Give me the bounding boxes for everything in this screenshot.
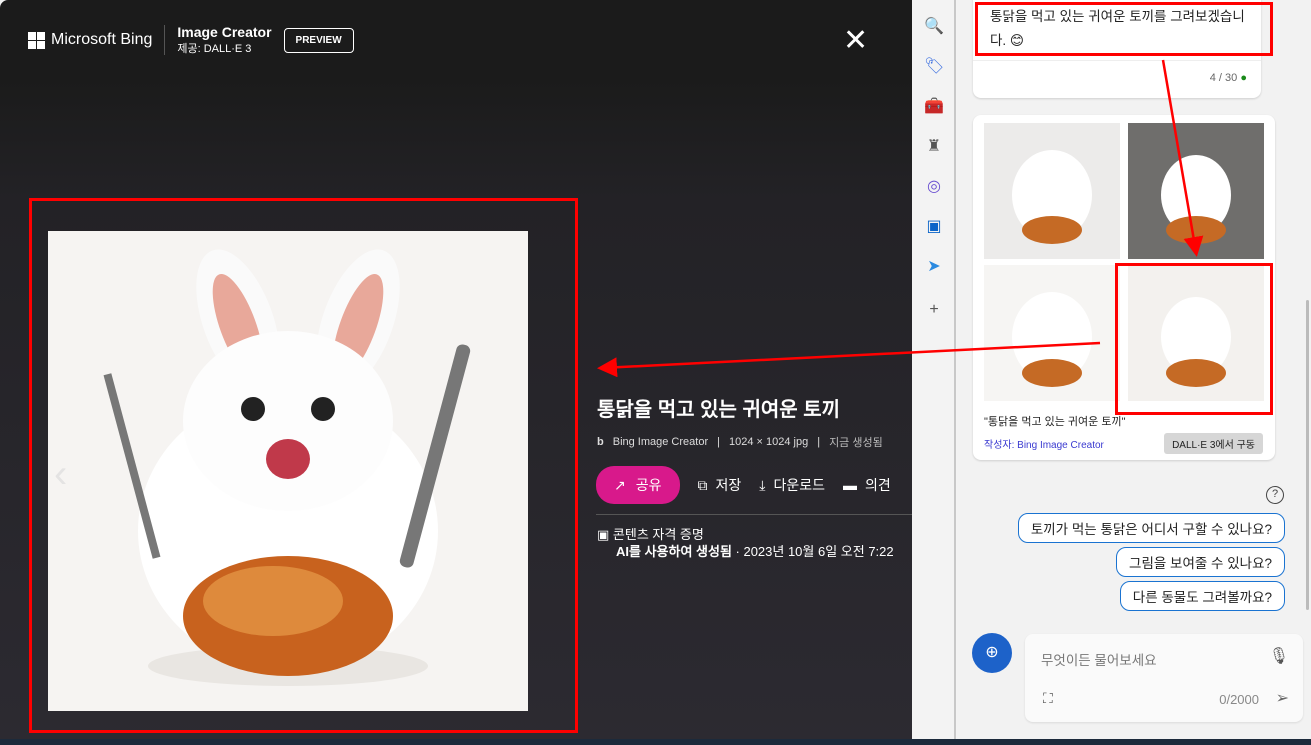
source-link[interactable]: Bing Image Creator: [613, 436, 708, 448]
message-text: 통닭을 먹고 있는 귀여운 토끼를 그려보겠습니다. 😊: [990, 9, 1245, 48]
send-icon[interactable]: ➤: [924, 257, 944, 277]
suggestion-chip[interactable]: 다른 동물도 그려볼까요?: [1119, 581, 1285, 611]
new-topic-button[interactable]: ⊕: [972, 633, 1012, 673]
send-icon[interactable]: ➢: [1276, 688, 1289, 708]
feedback-label: 의견: [865, 477, 891, 493]
microsoft-logo-icon: [28, 31, 45, 49]
thumbnail-art: [1012, 150, 1231, 387]
dimensions: 1024 × 1024 jpg: [728, 436, 809, 448]
bot-message: 통닭을 먹고 있는 귀여운 토끼를 그려보겠습니다. 😊 4 / 30 ●: [973, 0, 1261, 98]
credentials-icon: ▣: [597, 527, 613, 542]
divider: [164, 25, 166, 55]
suggestion-chip[interactable]: 그림을 보여줄 수 있나요?: [1116, 547, 1285, 577]
toolbox-icon[interactable]: 🧰: [924, 97, 944, 117]
separator: |: [817, 436, 821, 448]
credentials-ai: AI를 사용하여 생성됨: [616, 544, 732, 559]
chess-icon[interactable]: ♜: [924, 137, 944, 157]
download-label: 다운로드: [773, 477, 825, 493]
download-button[interactable]: ⤓ 다운로드: [759, 475, 825, 495]
copilot-icon[interactable]: ◎: [924, 177, 944, 197]
action-bar: ↗ 공유 ⧉ 저장 ⤓ 다운로드 ▬ 의견: [596, 466, 891, 504]
scrollbar[interactable]: [1306, 300, 1309, 610]
suggestion-chip[interactable]: 토끼가 먹는 통닭은 어디서 구할 수 있나요?: [1017, 513, 1285, 543]
plus-icon[interactable]: +: [924, 300, 944, 320]
char-counter: 0/2000: [1219, 692, 1259, 707]
chat-input[interactable]: 무엇이든 물어보세요 🎙 ⛶ 0/2000 ➢: [1025, 634, 1303, 722]
provider-label: 제공: DALL·E 3: [177, 43, 252, 55]
divider: [596, 514, 912, 515]
turn-counter: 4 / 30 ●: [1209, 72, 1247, 84]
microphone-icon[interactable]: 🎙: [1269, 646, 1289, 666]
author-link[interactable]: 작성자: Bing Image Creator: [984, 436, 1104, 451]
help-icon[interactable]: ?: [1266, 486, 1284, 504]
close-button[interactable]: ✕: [843, 26, 868, 56]
powered-by-badge: DALL·E 3에서 구동: [1164, 433, 1263, 454]
tag-icon[interactable]: 🏷: [924, 57, 944, 77]
generated-time: 지금 생성됨: [829, 437, 883, 449]
product-title[interactable]: Image Creator: [177, 24, 271, 40]
comment-icon: ▬: [843, 477, 857, 493]
brand-name[interactable]: Microsoft Bing: [51, 31, 152, 49]
generated-image: [48, 231, 528, 711]
image-viewer: Microsoft Bing Image Creator 제공: DALL·E …: [0, 0, 912, 745]
credentials-title[interactable]: 콘텐츠 자격 증명: [613, 527, 704, 542]
search-icon[interactable]: 🔍: [924, 17, 944, 37]
preview-badge: PREVIEW: [283, 27, 354, 53]
divider: [973, 60, 1261, 61]
content-credentials: ▣ 콘텐츠 자격 증명 AI를 사용하여 생성됨 · 2023년 10월 6일 …: [597, 526, 894, 560]
image-caption: "통닭을 먹고 있는 귀여운 토끼": [984, 416, 1126, 428]
previous-image-button[interactable]: ‹: [54, 452, 67, 497]
input-placeholder[interactable]: 무엇이든 물어보세요: [1041, 649, 1157, 669]
feedback-button[interactable]: ▬ 의견: [843, 475, 891, 495]
share-icon: ↗: [614, 476, 626, 493]
header: Microsoft Bing Image Creator 제공: DALL·E …: [28, 24, 354, 56]
download-icon: ⤓: [759, 476, 766, 493]
image-title: 통닭을 먹고 있는 귀여운 토끼: [597, 399, 841, 421]
bing-logo-icon: b: [597, 436, 604, 448]
credentials-date: · 2023년 10월 6일 오전 7:22: [731, 544, 894, 559]
taskbar: [0, 739, 1311, 745]
sidebar: 🔍 🏷 🧰 ♜ ◎ ▣ ➤ +: [912, 0, 956, 745]
visual-search-icon[interactable]: ⛶: [1043, 690, 1053, 707]
chat-panel: 통닭을 먹고 있는 귀여운 토끼를 그려보겠습니다. 😊 4 / 30 ● "통…: [957, 0, 1311, 745]
image-meta: b Bing Image Creator | 1024 × 1024 jpg | 지…: [597, 434, 883, 450]
save-button[interactable]: ⧉ 저장: [698, 475, 742, 495]
separator: |: [717, 436, 720, 448]
collection-add-icon: ⧉: [697, 476, 708, 493]
share-label: 공유: [635, 477, 662, 493]
outlook-icon[interactable]: ▣: [924, 217, 944, 237]
save-label: 저장: [715, 477, 742, 493]
share-button[interactable]: ↗ 공유: [596, 466, 680, 504]
